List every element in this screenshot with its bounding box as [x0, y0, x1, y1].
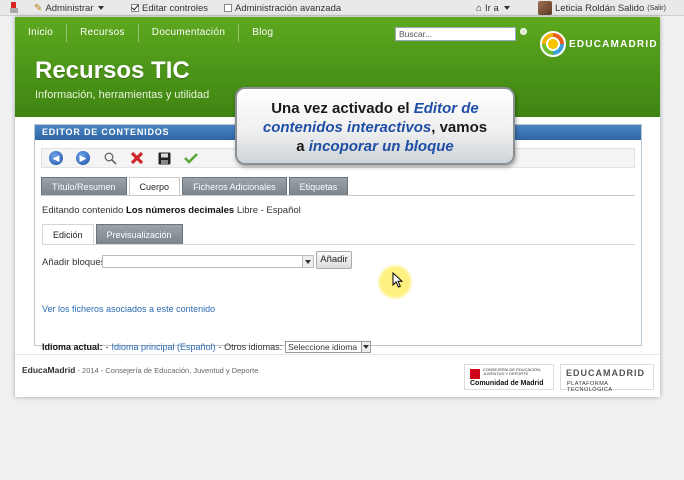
subtab-divider: [42, 244, 635, 245]
editing-prefix: Editando contenido: [42, 205, 126, 216]
callout-emphasis: incoporar un bloque: [308, 138, 454, 155]
footer-site: EducaMadrid: [22, 365, 76, 375]
page: Inicio Recursos Documentación Blog Busca…: [15, 17, 660, 397]
callout-text: Una vez activado el: [271, 100, 414, 117]
tab-divider: [41, 195, 635, 196]
advanced-admin-toggle[interactable]: Administración avanzada: [224, 1, 341, 15]
search-input[interactable]: Buscar...: [395, 27, 516, 41]
site-title: Recursos TIC: [35, 57, 190, 84]
user-menu[interactable]: Leticia Roldán Salido (Salir): [538, 1, 666, 15]
tab-previsualizacion[interactable]: Previsualización: [95, 224, 183, 244]
advanced-admin-label: Administración avanzada: [235, 2, 342, 14]
back-icon[interactable]: ◀: [48, 150, 64, 166]
edit-subtabs: Edición Previsualización: [42, 224, 183, 244]
callout-text: a: [296, 138, 309, 155]
educamadrid-logo[interactable]: EDUCAMADRID: [540, 31, 658, 57]
add-blocks-label: Añadir bloques:: [42, 257, 109, 268]
edit-controls-label: Editar controles: [142, 2, 209, 14]
tab-etiquetas[interactable]: Etiquetas: [288, 177, 349, 195]
em-logo-text: EDUCAMADRID: [566, 368, 645, 378]
em-logo-subtext: PLATAFORMA TECNOLÓGICA: [567, 381, 613, 393]
user-name: Leticia Roldán Salido: [555, 2, 645, 14]
advanced-admin-checkbox[interactable]: [224, 4, 232, 12]
footer-copyright: - 2014 - Consejería de Educación, Juvent…: [75, 366, 259, 375]
tutorial-callout: Una vez activado el Editor de contenidos…: [235, 87, 515, 165]
check-icon[interactable]: [183, 150, 199, 166]
add-block-button[interactable]: Añadir: [316, 251, 352, 269]
editing-suffix: Libre - Español: [234, 205, 301, 216]
edit-controls-toggle[interactable]: Editar controles: [131, 1, 208, 15]
callout-text: , vamos: [431, 119, 488, 136]
avatar: [538, 1, 552, 15]
goto-menu[interactable]: ⌂ Ir a: [476, 1, 510, 15]
associated-files-link[interactable]: Ver los ficheros asociados a este conten…: [42, 304, 215, 314]
main-language-link[interactable]: Idioma principal (Español): [112, 342, 216, 352]
chevron-down-icon[interactable]: [302, 256, 313, 267]
goto-label: Ir a: [485, 2, 499, 14]
search-icon[interactable]: [520, 28, 527, 35]
content-tabs: Título/Resumen Cuerpo Ficheros Adicional…: [41, 177, 349, 195]
main-nav: Inicio Recursos Documentación Blog: [15, 22, 286, 44]
educamadrid-logo-icon: [540, 31, 566, 57]
nav-item-recursos[interactable]: Recursos: [67, 24, 139, 42]
language-select[interactable]: Seleccione idioma: [285, 341, 372, 353]
editing-info: Editando contenido Los números decimales…: [42, 205, 301, 216]
tab-ficheros-adicionales[interactable]: Ficheros Adicionales: [182, 177, 287, 195]
home-icon: ⌂: [476, 2, 483, 14]
search-icon[interactable]: [102, 150, 118, 166]
save-icon[interactable]: [156, 150, 172, 166]
logo-text: EDUCAMADRID: [569, 38, 658, 50]
language-dash: -: [105, 342, 109, 352]
nav-item-documentacion[interactable]: Documentación: [139, 24, 240, 42]
tab-edicion[interactable]: Edición: [42, 224, 94, 244]
forward-icon[interactable]: ▶: [75, 150, 91, 166]
cm-flag-icon: [470, 369, 480, 379]
site-subtitle: Información, herramientas y utilidad: [35, 89, 210, 101]
language-select-value: Seleccione idioma: [288, 342, 358, 352]
dockbar-logo-icon[interactable]: [10, 1, 18, 15]
footer-divider: [15, 354, 660, 355]
logout-link[interactable]: (Salir): [647, 5, 666, 12]
language-label: Idioma actual:: [42, 342, 103, 352]
cm-name: Comunidad de Madrid: [470, 380, 544, 387]
language-row: Idioma actual: - Idioma principal (Españ…: [42, 341, 372, 353]
comunidad-madrid-logo[interactable]: CONSEJERÍA DE EDUCACIÓN, JUVENTUD Y DEPO…: [464, 364, 554, 390]
content-title: Los números decimales: [125, 205, 235, 216]
callout-emphasis: Editor de: [413, 100, 479, 117]
callout-emphasis: contenidos interactivos: [262, 119, 432, 136]
chevron-down-icon: [503, 6, 510, 10]
other-languages-label: - Otros idiomas:: [218, 342, 283, 352]
delete-icon[interactable]: [129, 150, 145, 166]
cm-small-text: CONSEJERÍA DE EDUCACIÓN, JUVENTUD Y DEPO…: [483, 367, 542, 376]
tab-cuerpo[interactable]: Cuerpo: [128, 177, 181, 195]
dockbar: ✎ Administrar Editar controles Administr…: [0, 0, 684, 16]
pencil-icon: ✎: [34, 2, 43, 14]
admin-menu-label: Administrar: [45, 2, 94, 14]
chevron-down-icon: [98, 6, 105, 10]
tab-titulo-resumen[interactable]: Título/Resumen: [41, 177, 127, 195]
edit-controls-checkbox[interactable]: [131, 4, 139, 12]
nav-item-inicio[interactable]: Inicio: [15, 24, 68, 42]
admin-menu[interactable]: ✎ Administrar: [34, 1, 105, 15]
footer-text: EducaMadrid - 2014 - Consejería de Educa…: [22, 365, 258, 375]
educamadrid-footer-logo[interactable]: EDUCAMADRID PLATAFORMA TECNOLÓGICA: [560, 364, 654, 393]
add-blocks-select[interactable]: [102, 255, 314, 268]
chevron-down-icon[interactable]: [361, 342, 371, 352]
nav-item-blog[interactable]: Blog: [239, 24, 286, 42]
